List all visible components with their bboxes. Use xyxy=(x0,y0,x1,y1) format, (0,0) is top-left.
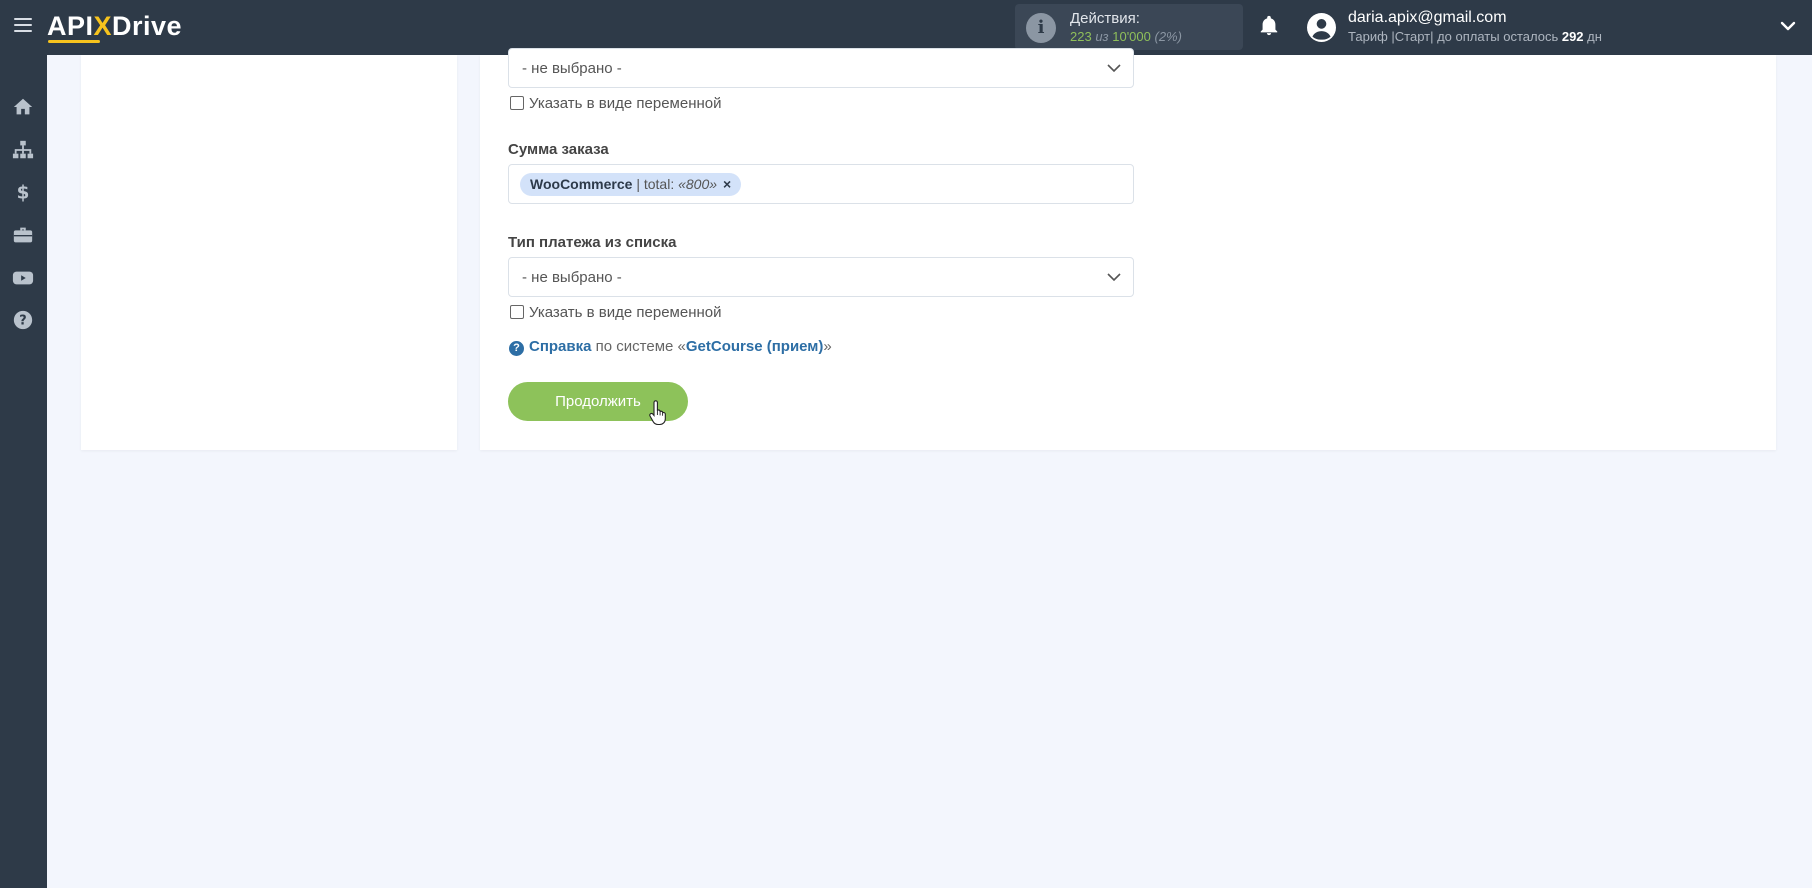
help-link[interactable]: Справка xyxy=(529,338,591,355)
payment-variable-checkbox-row[interactable]: Указать в виде переменной xyxy=(510,304,810,322)
logo-underline xyxy=(48,40,100,43)
actions-total: 10'000 xyxy=(1112,29,1151,44)
tag-remove-icon[interactable]: × xyxy=(723,176,731,192)
tag-source: WooCommerce xyxy=(530,176,633,192)
briefcase-icon[interactable] xyxy=(12,224,34,246)
tariff-text: Тариф |Старт| до оплаты осталось xyxy=(1348,29,1559,44)
menu-icon[interactable] xyxy=(14,18,32,32)
actions-used: 223 xyxy=(1070,29,1092,44)
info-icon: i xyxy=(1026,13,1056,43)
payment-variable-checkbox-label: Указать в виде переменной xyxy=(529,304,722,321)
svg-text:?: ? xyxy=(19,314,26,329)
help-icon[interactable]: ? xyxy=(12,309,34,331)
chevron-down-icon xyxy=(1107,64,1121,73)
tag-value: «800» xyxy=(678,176,718,192)
help-text: по системе « xyxy=(595,338,686,355)
payment-type-value: - не выбрано - xyxy=(522,269,622,286)
actions-percent: (2%) xyxy=(1154,29,1182,44)
chevron-down-icon[interactable] xyxy=(1780,20,1796,32)
sitemap-icon[interactable] xyxy=(12,139,34,161)
logo-text-right: Drive xyxy=(112,11,183,41)
logo-text-x: X xyxy=(93,11,113,41)
top-variable-checkbox[interactable] xyxy=(510,96,524,110)
order-sum-tag[interactable]: WooCommerce | total: «800» × xyxy=(520,173,742,196)
actions-count: 223 из 10'000 (2%) xyxy=(1070,29,1182,44)
help-line: ? Справка по системе «GetCourse (прием)» xyxy=(509,338,832,356)
top-select-value: - не выбрано - xyxy=(522,60,622,77)
top-variable-checkbox-label: Указать в виде переменной xyxy=(529,95,722,112)
actions-title: Действия: xyxy=(1070,10,1140,27)
order-sum-label: Сумма заказа xyxy=(508,141,609,158)
top-select[interactable]: - не выбрано - xyxy=(508,48,1134,88)
payment-type-select[interactable]: - не выбрано - xyxy=(508,257,1134,297)
logo-text-left: API xyxy=(47,11,94,41)
dollar-icon[interactable]: $ xyxy=(12,181,34,203)
chevron-down-icon xyxy=(1107,273,1121,282)
tariff-days-unit: дн xyxy=(1587,29,1602,44)
top-bar: APIXDrive i Действия: 223 из 10'000 (2%)… xyxy=(0,0,1812,55)
hand-cursor-icon xyxy=(649,400,666,426)
actions-of: из xyxy=(1095,29,1109,44)
bell-icon[interactable] xyxy=(1258,15,1280,37)
question-icon: ? xyxy=(509,341,524,356)
tariff-days: 292 xyxy=(1561,29,1584,44)
user-avatar-icon[interactable] xyxy=(1307,13,1336,42)
top-variable-checkbox-row[interactable]: Указать в виде переменной xyxy=(510,95,810,113)
payment-variable-checkbox[interactable] xyxy=(510,305,524,319)
payment-type-label: Тип платежа из списка xyxy=(508,234,677,251)
left-panel xyxy=(81,55,457,450)
logo[interactable]: APIXDrive xyxy=(47,11,182,42)
help-close-quote: » xyxy=(823,338,832,355)
sidebar: $ ? xyxy=(0,55,47,888)
actions-counter: i Действия: 223 из 10'000 (2%) xyxy=(1015,4,1243,50)
svg-text:$: $ xyxy=(17,182,30,203)
youtube-icon[interactable] xyxy=(12,267,34,289)
tag-field: | total: xyxy=(636,176,675,192)
user-email[interactable]: daria.apix@gmail.com xyxy=(1348,9,1507,27)
order-sum-input[interactable]: WooCommerce | total: «800» × xyxy=(508,164,1134,204)
help-system-link[interactable]: GetCourse (прием) xyxy=(686,338,824,355)
home-icon[interactable] xyxy=(12,96,34,118)
user-tariff: Тариф |Старт| до оплаты осталось 292 дн xyxy=(1348,29,1602,44)
